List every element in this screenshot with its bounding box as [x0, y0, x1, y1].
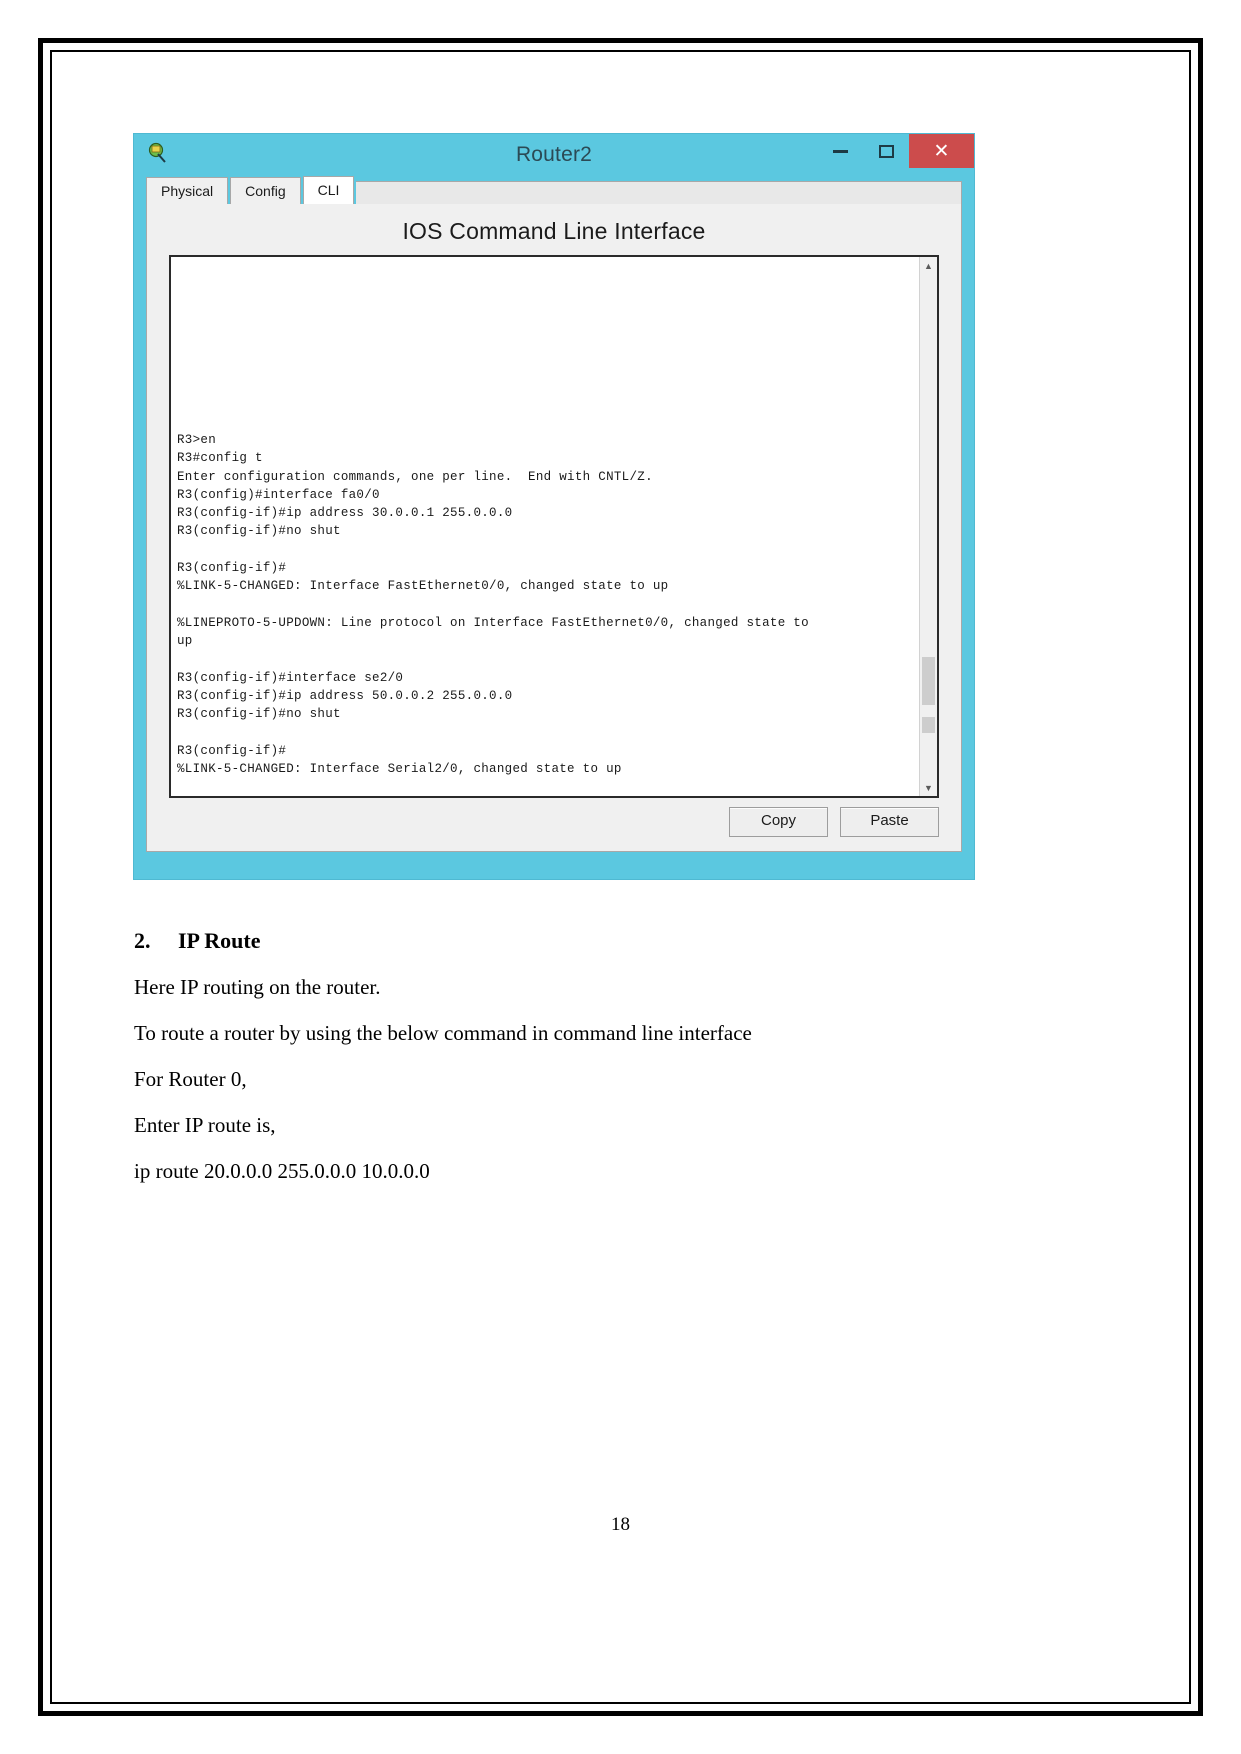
section-number: 2.: [134, 928, 151, 953]
paste-button[interactable]: Paste: [840, 807, 939, 837]
minimize-icon: [832, 149, 848, 153]
copy-button[interactable]: Copy: [729, 807, 828, 837]
tab-cli[interactable]: CLI: [302, 176, 355, 204]
cli-console-output: R3>en R3#config t Enter configuration co…: [177, 433, 809, 777]
cli-panel-heading: IOS Command Line Interface: [402, 218, 706, 244]
maximize-icon: [878, 144, 894, 158]
close-button[interactable]: ✕: [909, 134, 974, 168]
paragraph-1: Here IP routing on the router.: [134, 975, 381, 999]
section-title: IP Route: [178, 928, 261, 953]
tab-physical[interactable]: Physical: [146, 177, 229, 204]
window-controls: ✕: [817, 134, 974, 168]
paragraph-5-command: ip route 20.0.0.0 255.0.0.0 10.0.0.0: [134, 1159, 430, 1183]
scrollbar-thumb[interactable]: [922, 657, 935, 705]
minimize-button[interactable]: [817, 134, 863, 168]
cli-console-scrollbar[interactable]: ▲ ▼: [919, 257, 937, 796]
paragraph-3: For Router 0,: [134, 1067, 247, 1091]
cli-console-text-area[interactable]: R3>en R3#config t Enter configuration co…: [171, 257, 919, 796]
paragraph-2: To route a router by using the below com…: [134, 1021, 752, 1045]
cli-tab-panel: IOS Command Line Interface R3>en R3#conf…: [146, 204, 962, 852]
packet-tracer-window: Router2 ✕ Physical Config CLI IOS Comman…: [134, 134, 974, 879]
tab-strip: Physical Config CLI: [146, 176, 962, 204]
page-content: Router2 ✕ Physical Config CLI IOS Comman…: [56, 56, 1185, 1698]
tab-config[interactable]: Config: [230, 177, 301, 204]
scroll-down-icon[interactable]: ▼: [920, 779, 937, 796]
maximize-button[interactable]: [863, 134, 909, 168]
paragraph-4: Enter IP route is,: [134, 1113, 276, 1137]
scroll-up-icon[interactable]: ▲: [920, 257, 937, 274]
tab-strip-filler: [356, 181, 962, 204]
scrollbar-thumb-secondary[interactable]: [922, 717, 935, 733]
cli-action-buttons: Copy Paste: [729, 807, 939, 837]
page-number: 18: [611, 1514, 630, 1535]
packet-tracer-router-icon: [146, 142, 168, 164]
section-heading: 2. IP Route: [134, 928, 1094, 954]
window-titlebar: Router2 ✕: [134, 134, 974, 176]
document-body: 2. IP Route Here IP routing on the route…: [134, 928, 1094, 1204]
cli-console[interactable]: R3>en R3#config t Enter configuration co…: [169, 255, 939, 798]
close-icon: ✕: [933, 140, 950, 162]
